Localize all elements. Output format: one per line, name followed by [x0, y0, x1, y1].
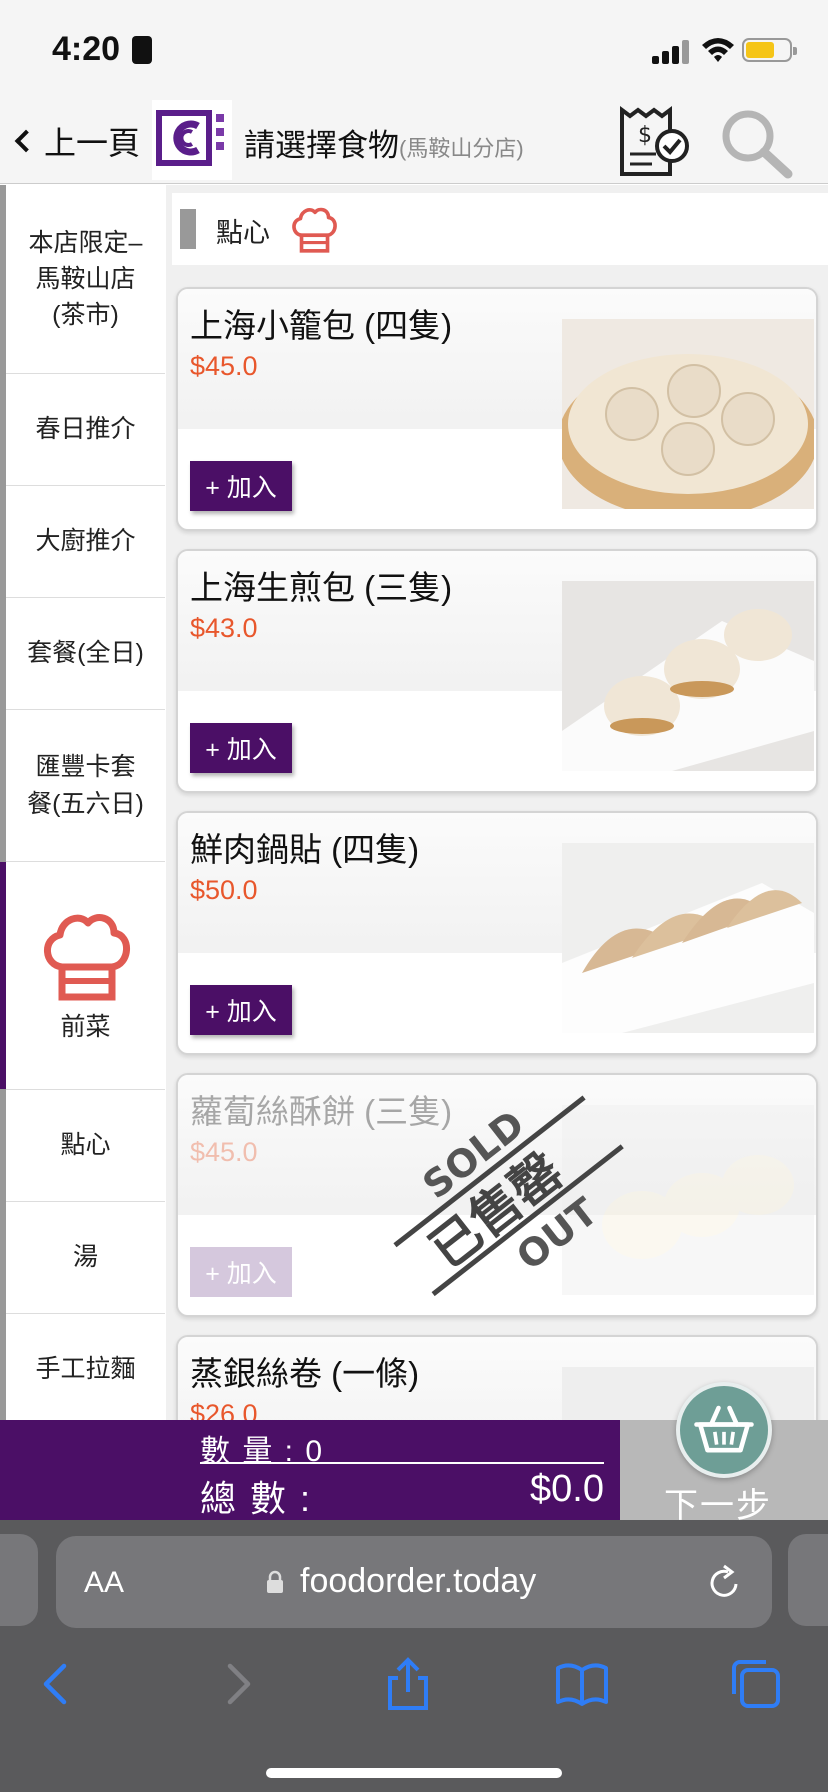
sidebar-item-label: 前菜: [60, 1013, 111, 1042]
food-image: [562, 319, 814, 509]
share-icon[interactable]: [380, 1656, 436, 1712]
menu-item-card: 鮮肉鍋貼 (四隻) $50.0 + 加入: [176, 811, 818, 1055]
search-icon[interactable]: [716, 104, 796, 184]
address-bar[interactable]: AA foodorder.today: [56, 1536, 772, 1628]
next-tab-preview[interactable]: [788, 1534, 828, 1626]
battery-icon: [742, 38, 797, 62]
sold-out-stamp: SOLD 已售罄 OUT: [393, 1095, 624, 1297]
item-name: 上海小籠包 (四隻): [190, 307, 453, 344]
sidebar-item-chef[interactable]: 大廚推介: [6, 486, 165, 598]
reload-icon[interactable]: [706, 1562, 744, 1602]
status-time: 4:20: [52, 30, 121, 68]
back-label: 上一頁: [44, 125, 141, 161]
lock-icon: [267, 1570, 283, 1593]
menu-content: 點心 上海小籠包 (四隻) $45.0 + 加入 上海生煎包 (三隻) $43.…: [166, 185, 828, 1420]
sidebar-item-store-special[interactable]: 本店限定– 馬鞍山店 (茶市): [6, 185, 165, 374]
next-step-button[interactable]: 下一步: [620, 1382, 828, 1525]
status-bar: 4:20: [0, 0, 828, 98]
total-label: 總 數 :: [200, 1478, 313, 1519]
back-icon[interactable]: [30, 1656, 86, 1712]
page-title-text: 請選擇食物: [244, 128, 399, 163]
category-sidebar: 本店限定– 馬鞍山店 (茶市) 春日推介 大廚推介 套餐(全日) 匯豐卡套 餐(…: [0, 185, 165, 1426]
tabs-icon[interactable]: [728, 1656, 784, 1712]
add-button[interactable]: + 加入: [190, 985, 292, 1035]
browser-url-area: AA foodorder.today: [0, 1520, 828, 1630]
sidebar-item-hsbc-set[interactable]: 匯豐卡套 餐(五六日): [6, 710, 165, 862]
add-button[interactable]: + 加入: [190, 461, 292, 511]
item-price: $26.0: [190, 1399, 258, 1420]
item-price: $45.0: [190, 1137, 258, 1167]
sim-icon: [132, 36, 152, 64]
item-price: $43.0: [190, 613, 258, 643]
item-name: 鮮肉鍋貼 (四隻): [190, 831, 420, 868]
total-value: $0.0: [530, 1468, 604, 1510]
sidebar-item-soup[interactable]: 湯: [6, 1202, 165, 1314]
menu-item-card: 上海生煎包 (三隻) $43.0 + 加入: [176, 549, 818, 793]
cart-summary-bar: 數 量 : 0 總 數 : $0.0: [0, 1420, 620, 1520]
chevron-left-icon: [14, 129, 38, 153]
menu-item-card: 上海小籠包 (四隻) $45.0 + 加入: [176, 287, 818, 531]
sidebar-item-spring[interactable]: 春日推介: [6, 374, 165, 486]
url-text: foodorder.today: [300, 1562, 537, 1600]
item-price: $45.0: [190, 351, 258, 381]
food-image: [562, 581, 814, 771]
bookmarks-icon[interactable]: [554, 1656, 610, 1712]
order-receipt-icon[interactable]: $: [616, 102, 696, 182]
item-price: $50.0: [190, 875, 258, 905]
divider: [200, 1462, 604, 1464]
item-name: 蒸銀絲卷 (一條): [190, 1355, 420, 1392]
home-indicator: [266, 1768, 562, 1778]
basket-icon: [676, 1382, 772, 1478]
sidebar-item-noodles[interactable]: 手工拉麵: [6, 1314, 165, 1426]
page-title: 請選擇食物(馬鞍山分店): [244, 120, 524, 165]
add-button[interactable]: + 加入: [190, 723, 292, 773]
chef-hat-icon: [43, 914, 130, 1001]
cellular-signal-icon: [652, 38, 692, 64]
add-button-disabled: + 加入: [190, 1247, 292, 1297]
menu-item-card: 蘿蔔絲酥餅 (三隻) $45.0 + 加入 SOLD 已售罄 OUT: [176, 1073, 818, 1317]
restaurant-logo: [152, 100, 232, 180]
forward-icon[interactable]: [208, 1656, 264, 1712]
section-marker: [180, 209, 196, 249]
chef-hat-icon: [292, 207, 337, 253]
svg-text:$: $: [638, 123, 652, 148]
browser-toolbar: [0, 1630, 828, 1792]
branch-name: (馬鞍山分店): [399, 136, 524, 161]
previous-tab-preview[interactable]: [0, 1534, 38, 1626]
wifi-icon: [702, 38, 734, 62]
item-name: 上海生煎包 (三隻): [190, 569, 453, 606]
sidebar-item-dimsum[interactable]: 點心: [6, 1090, 165, 1202]
food-image: [562, 843, 814, 1033]
back-button[interactable]: 上一頁: [14, 118, 141, 164]
app-header: 上一頁 請選擇食物(馬鞍山分店) $: [0, 98, 828, 184]
sidebar-item-appetizer[interactable]: 前菜: [0, 862, 165, 1090]
section-title: 點心: [216, 218, 270, 248]
aa-label: AA: [84, 1566, 125, 1599]
reader-options-button[interactable]: AA: [84, 1566, 124, 1600]
section-header: 點心: [172, 193, 828, 265]
sidebar-item-set-meal[interactable]: 套餐(全日): [6, 598, 165, 710]
